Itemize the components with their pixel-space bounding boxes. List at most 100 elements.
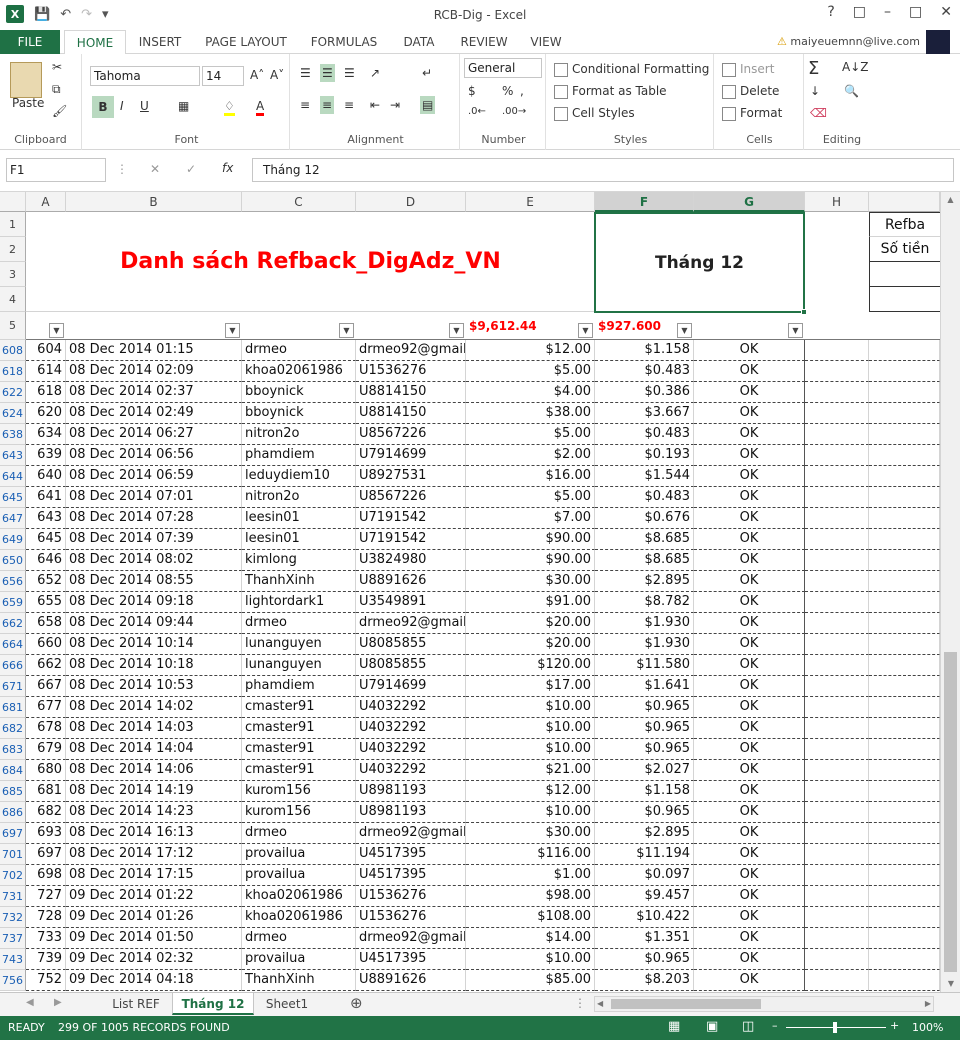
cell-b[interactable]: 08 Dec 2014 08:55: [66, 571, 242, 592]
enter-icon[interactable]: ✓: [186, 162, 196, 176]
cell-c[interactable]: lunanguyen: [242, 655, 356, 676]
insert-cells-button[interactable]: Insert: [722, 62, 774, 77]
column-header-extra[interactable]: [869, 192, 940, 212]
cell-d[interactable]: U8814150: [356, 382, 466, 403]
new-sheet-icon[interactable]: ⊕: [350, 994, 363, 1012]
cell-d[interactable]: drmeo92@gmail: [356, 928, 466, 949]
tab-formulas[interactable]: FORMULAS: [304, 30, 384, 54]
cell-h[interactable]: [805, 823, 869, 844]
cell-e[interactable]: $38.00: [466, 403, 595, 424]
column-header-g[interactable]: G: [694, 192, 805, 212]
format-cells-button[interactable]: Format: [722, 106, 782, 121]
cell-i[interactable]: [869, 382, 940, 403]
column-header-a[interactable]: A: [26, 192, 66, 212]
page-layout-view-icon[interactable]: ▣: [706, 1019, 718, 1034]
cell-i[interactable]: [869, 676, 940, 697]
cell-d[interactable]: U7914699: [356, 445, 466, 466]
cancel-icon[interactable]: ✕: [150, 162, 160, 176]
fill-icon[interactable]: ↓: [810, 84, 820, 98]
cell-i[interactable]: [869, 550, 940, 571]
cell-c[interactable]: lunanguyen: [242, 634, 356, 655]
cell-d[interactable]: U8567226: [356, 487, 466, 508]
cell-a[interactable]: 667: [26, 676, 66, 697]
tab-insert[interactable]: INSERT: [132, 30, 188, 54]
total-refback-cell[interactable]: $927.600: [595, 316, 675, 336]
cell-f[interactable]: $0.483: [595, 424, 694, 445]
tab-home[interactable]: HOME: [64, 30, 126, 55]
row-header[interactable]: 650: [0, 550, 26, 571]
user-account[interactable]: ⚠ maiyeuemnn@live.com: [777, 35, 920, 48]
cell-a[interactable]: 662: [26, 655, 66, 676]
conditional-formatting-button[interactable]: Conditional Formatting: [554, 62, 709, 77]
cell-b[interactable]: 08 Dec 2014 14:04: [66, 739, 242, 760]
fill-color-icon[interactable]: ♢: [224, 99, 235, 116]
sheet-tab-thang-12[interactable]: Tháng 12: [172, 993, 254, 1015]
filter-dropdown-icon[interactable]: ▼: [225, 323, 240, 338]
scroll-down-icon[interactable]: ▼: [941, 976, 960, 992]
cell-b[interactable]: 09 Dec 2014 01:26: [66, 907, 242, 928]
cell-g[interactable]: OK: [694, 634, 805, 655]
tab-view[interactable]: VIEW: [526, 30, 566, 54]
row-header[interactable]: 624: [0, 403, 26, 424]
cell-f[interactable]: $0.097: [595, 865, 694, 886]
cell-a[interactable]: 604: [26, 340, 66, 361]
select-all-corner[interactable]: [0, 192, 26, 212]
row-header[interactable]: 682: [0, 718, 26, 739]
cell-g[interactable]: OK: [694, 487, 805, 508]
format-as-table-button[interactable]: Format as Table: [554, 84, 667, 99]
cell-a[interactable]: 697: [26, 844, 66, 865]
column-header-f[interactable]: F: [595, 192, 694, 212]
row-header[interactable]: 638: [0, 424, 26, 445]
cell-b[interactable]: 08 Dec 2014 16:13: [66, 823, 242, 844]
cell-i[interactable]: [869, 865, 940, 886]
tab-review[interactable]: REVIEW: [454, 30, 514, 54]
cell-i[interactable]: [869, 739, 940, 760]
tabs-splitter-icon[interactable]: ⋮: [574, 996, 586, 1010]
name-box[interactable]: F1: [6, 158, 106, 182]
cell-d[interactable]: U1536276: [356, 886, 466, 907]
cell-e[interactable]: $91.00: [466, 592, 595, 613]
cell-f[interactable]: $0.193: [595, 445, 694, 466]
cell-d[interactable]: U4032292: [356, 718, 466, 739]
cell-h[interactable]: [805, 466, 869, 487]
cell-styles-button[interactable]: Cell Styles: [554, 106, 635, 121]
filter-dropdown-icon[interactable]: ▼: [578, 323, 593, 338]
cell-b[interactable]: 08 Dec 2014 09:18: [66, 592, 242, 613]
cell-f[interactable]: $0.483: [595, 361, 694, 382]
cell-c[interactable]: drmeo: [242, 613, 356, 634]
cell-e[interactable]: $4.00: [466, 382, 595, 403]
column-header-c[interactable]: C: [242, 192, 356, 212]
cell-e[interactable]: $1.00: [466, 865, 595, 886]
sheet-tab-sheet1[interactable]: Sheet1: [256, 993, 318, 1015]
cell-d[interactable]: U8085855: [356, 655, 466, 676]
cell-h[interactable]: [805, 592, 869, 613]
cell-f[interactable]: $0.965: [595, 802, 694, 823]
cell-b[interactable]: 08 Dec 2014 14:03: [66, 718, 242, 739]
cell-d[interactable]: U7191542: [356, 508, 466, 529]
cell-i[interactable]: [869, 361, 940, 382]
cell-c[interactable]: ThanhXinh: [242, 571, 356, 592]
cell-i[interactable]: [869, 697, 940, 718]
vertical-scrollbar[interactable]: ▲ ▼: [940, 192, 960, 992]
cell-f[interactable]: $1.158: [595, 340, 694, 361]
cell-f[interactable]: $11.194: [595, 844, 694, 865]
cell-f[interactable]: $8.782: [595, 592, 694, 613]
cell-e[interactable]: $30.00: [466, 823, 595, 844]
cell-e[interactable]: $10.00: [466, 802, 595, 823]
row-header[interactable]: 643: [0, 445, 26, 466]
side-label-cell[interactable]: Số tiền: [869, 237, 940, 262]
font-color-icon[interactable]: A: [256, 99, 265, 116]
cell-i[interactable]: [869, 760, 940, 781]
cell-c[interactable]: nitron2o: [242, 424, 356, 445]
cell-b[interactable]: 08 Dec 2014 09:44: [66, 613, 242, 634]
row-header[interactable]: 684: [0, 760, 26, 781]
cell-c[interactable]: nitron2o: [242, 487, 356, 508]
cell-b[interactable]: 08 Dec 2014 10:14: [66, 634, 242, 655]
minimize-icon[interactable]: –: [884, 4, 891, 20]
row-header[interactable]: 685: [0, 781, 26, 802]
merged-title-cell[interactable]: Danh sách Refback_DigAdz_VN: [26, 212, 595, 312]
zoom-level[interactable]: 100%: [912, 1021, 943, 1034]
cell-d[interactable]: drmeo92@gmail: [356, 823, 466, 844]
cell-g[interactable]: OK: [694, 655, 805, 676]
cell-b[interactable]: 08 Dec 2014 14:02: [66, 697, 242, 718]
